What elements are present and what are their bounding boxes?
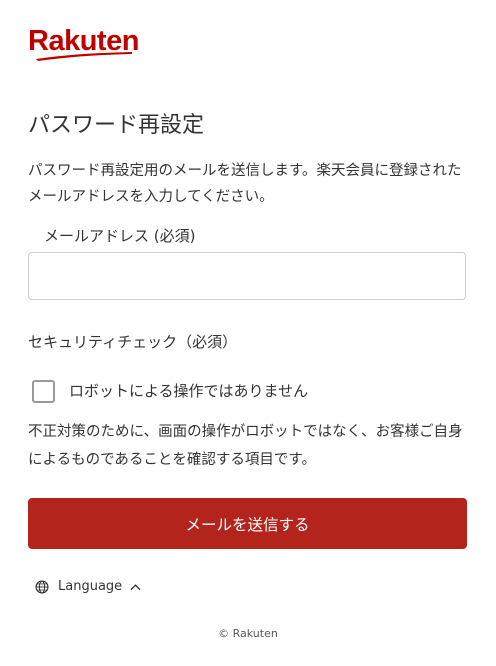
email-input[interactable] (28, 252, 466, 300)
globe-icon (35, 579, 49, 594)
captcha-checkbox-row[interactable]: ロボットによる操作ではありません (32, 379, 308, 403)
rakuten-logo: Rakuten (28, 24, 139, 62)
security-note: 不正対策のために、画面の操作がロボットではなく、お客様ご自身によるものであること… (28, 424, 463, 468)
email-label: メールアドレス (必須) (44, 227, 196, 245)
chevron-up-icon (130, 583, 141, 590)
page-title: パスワード再設定 (28, 113, 205, 138)
security-check-label: セキュリティチェック（必須） (28, 333, 238, 351)
page-description: パスワード再設定用のメールを送信します。楽天会員に登録されたメールアドレスを入力… (28, 163, 462, 205)
footer-copyright: © Rakuten (218, 627, 278, 640)
captcha-checkbox[interactable] (32, 379, 55, 403)
captcha-label: ロボットによる操作ではありません (69, 382, 309, 400)
language-selector[interactable]: Language (35, 579, 141, 594)
language-label: Language (58, 579, 123, 594)
send-email-button[interactable]: メールを送信する (28, 498, 467, 549)
logo-swoosh-icon (36, 52, 132, 61)
